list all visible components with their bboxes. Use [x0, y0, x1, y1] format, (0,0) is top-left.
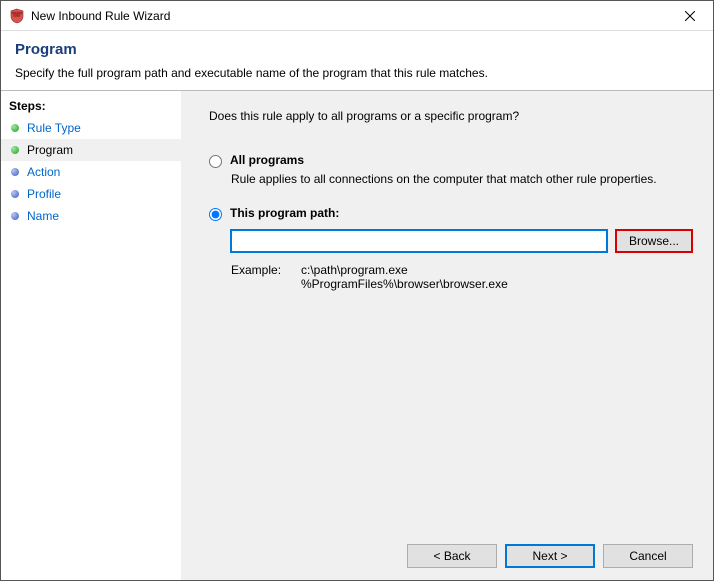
option-this-program-path[interactable]: This program path: — [209, 206, 693, 221]
option-all-label: All programs — [230, 153, 304, 167]
bullet-icon — [11, 124, 19, 132]
steps-heading: Steps: — [1, 97, 181, 117]
step-action[interactable]: Action — [1, 161, 181, 183]
wizard-header: Program Specify the full program path an… — [1, 31, 713, 90]
step-label: Rule Type — [27, 121, 81, 135]
titlebar: New Inbound Rule Wizard — [1, 1, 713, 31]
cancel-button[interactable]: Cancel — [603, 544, 693, 568]
step-label: Program — [27, 143, 73, 157]
example-values: c:\path\program.exe %ProgramFiles%\brows… — [301, 263, 508, 291]
example-row: Example: c:\path\program.exe %ProgramFil… — [231, 263, 693, 291]
step-label: Name — [27, 209, 59, 223]
wizard-window: New Inbound Rule Wizard Program Specify … — [0, 0, 714, 581]
program-path-input[interactable] — [231, 230, 607, 252]
step-program[interactable]: Program — [1, 139, 181, 161]
step-profile[interactable]: Profile — [1, 183, 181, 205]
firewall-shield-icon — [9, 8, 25, 24]
page-subtitle: Specify the full program path and execut… — [15, 66, 699, 80]
back-button[interactable]: < Back — [407, 544, 497, 568]
step-label: Action — [27, 165, 60, 179]
option-all-desc: Rule applies to all connections on the c… — [231, 172, 693, 186]
browse-button[interactable]: Browse... — [615, 229, 693, 253]
steps-sidebar: Steps: Rule Type Program Action Profile … — [1, 91, 181, 580]
wizard-buttons: < Back Next > Cancel — [209, 534, 693, 568]
window-title: New Inbound Rule Wizard — [31, 9, 667, 23]
question-text: Does this rule apply to all programs or … — [209, 109, 693, 123]
option-path-label: This program path: — [230, 206, 339, 220]
page-title: Program — [15, 41, 699, 58]
radio-all-programs[interactable] — [209, 155, 222, 168]
bullet-icon — [11, 212, 19, 220]
next-button[interactable]: Next > — [505, 544, 595, 568]
bullet-icon — [11, 168, 19, 176]
option-all-programs[interactable]: All programs — [209, 153, 693, 168]
spacer — [209, 291, 693, 534]
radio-this-program-path[interactable] — [209, 208, 222, 221]
wizard-body: Steps: Rule Type Program Action Profile … — [1, 90, 713, 580]
step-name[interactable]: Name — [1, 205, 181, 227]
close-icon — [685, 11, 695, 21]
step-label: Profile — [27, 187, 61, 201]
example-label: Example: — [231, 263, 301, 291]
program-path-row: Browse... — [231, 229, 693, 253]
content-panel: Does this rule apply to all programs or … — [181, 91, 713, 580]
step-rule-type[interactable]: Rule Type — [1, 117, 181, 139]
bullet-icon — [11, 146, 19, 154]
bullet-icon — [11, 190, 19, 198]
close-button[interactable] — [667, 1, 713, 31]
